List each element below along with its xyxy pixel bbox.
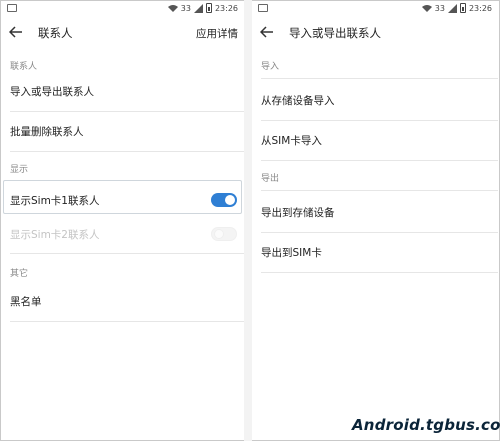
- back-arrow-icon[interactable]: [260, 25, 274, 39]
- batch-delete-contacts-item[interactable]: 批量删除联系人: [1, 124, 244, 139]
- status-indicators: 33 23:26: [421, 3, 492, 13]
- app-bar: 导入或导出联系人: [252, 17, 498, 47]
- site-watermark: Android.tgbus.com: [352, 416, 500, 434]
- import-from-sim-item[interactable]: 从SIM卡导入: [252, 133, 498, 148]
- back-arrow-icon[interactable]: [9, 25, 23, 39]
- signal-strength-text: 33: [180, 3, 191, 13]
- status-time: 23:26: [468, 3, 492, 13]
- import-from-storage-item[interactable]: 从存储设备导入: [252, 93, 498, 108]
- image-icon: [7, 4, 17, 12]
- import-export-screen: 33 23:26 导入或导出联系人 导入 从存储设备导入 从SIM卡导入 导出 …: [252, 1, 498, 440]
- wifi-icon: [167, 5, 178, 12]
- import-export-contacts-item[interactable]: 导入或导出联系人: [1, 84, 244, 99]
- status-bar: 33 23:26: [1, 1, 244, 17]
- signal-icon: [447, 3, 457, 13]
- highlighted-row-outline: [3, 180, 242, 214]
- section-label-other: 其它: [10, 269, 29, 279]
- page-title: 联系人: [38, 26, 73, 40]
- battery-icon: [205, 3, 212, 13]
- status-indicators: 33 23:26: [167, 3, 238, 13]
- app-details-button[interactable]: 应用详情: [196, 26, 238, 41]
- sim2-contacts-toggle: [211, 227, 237, 241]
- section-label-display: 显示: [10, 165, 29, 175]
- divider: [10, 321, 244, 322]
- status-time: 23:26: [214, 3, 238, 13]
- divider: [261, 272, 498, 273]
- section-label-contacts: 联系人: [10, 62, 38, 72]
- contacts-settings-screen: 33 23:26 联系人 应用详情 联系人 导入或导出联系人 批量删除联系人 显…: [1, 1, 244, 440]
- signal-strength-text: 33: [434, 3, 445, 13]
- show-sim2-contacts-label: 显示Sim卡2联系人: [10, 229, 100, 241]
- signal-icon: [193, 3, 203, 13]
- page-title: 导入或导出联系人: [289, 26, 381, 40]
- blacklist-item[interactable]: 黑名单: [1, 294, 244, 309]
- wifi-icon: [421, 5, 432, 12]
- app-bar: 联系人 应用详情: [1, 17, 244, 47]
- image-icon: [258, 4, 268, 12]
- export-to-storage-item[interactable]: 导出到存储设备: [252, 205, 498, 220]
- section-label-import: 导入: [261, 62, 280, 72]
- battery-icon: [459, 3, 466, 13]
- section-label-export: 导出: [261, 174, 280, 184]
- toggle-knob: [214, 229, 224, 239]
- screen-separator: [244, 0, 252, 441]
- show-sim2-contacts-row: 显示Sim卡2联系人: [1, 227, 244, 243]
- status-bar: 33 23:26: [252, 1, 498, 17]
- export-to-sim-item[interactable]: 导出到SIM卡: [252, 245, 498, 260]
